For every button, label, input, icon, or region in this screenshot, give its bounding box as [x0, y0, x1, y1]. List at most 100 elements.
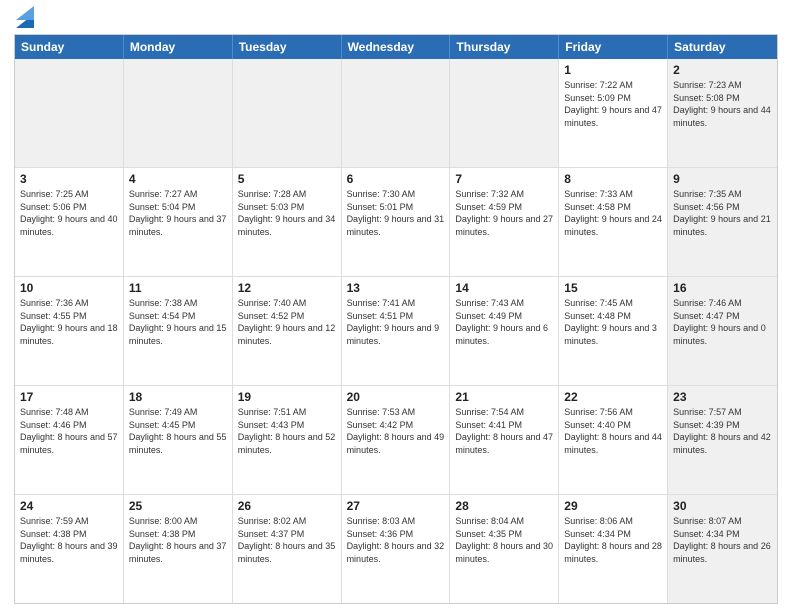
calendar-cell-25: 25Sunrise: 8:00 AM Sunset: 4:38 PM Dayli… — [124, 495, 233, 603]
calendar-cell-21: 21Sunrise: 7:54 AM Sunset: 4:41 PM Dayli… — [450, 386, 559, 494]
calendar-cell-20: 20Sunrise: 7:53 AM Sunset: 4:42 PM Dayli… — [342, 386, 451, 494]
calendar-cell-10: 10Sunrise: 7:36 AM Sunset: 4:55 PM Dayli… — [15, 277, 124, 385]
calendar-cell-29: 29Sunrise: 8:06 AM Sunset: 4:34 PM Dayli… — [559, 495, 668, 603]
day-number: 26 — [238, 498, 336, 514]
cell-info: Sunrise: 7:59 AM Sunset: 4:38 PM Dayligh… — [20, 515, 118, 565]
day-number: 7 — [455, 171, 553, 187]
calendar-row-4: 24Sunrise: 7:59 AM Sunset: 4:38 PM Dayli… — [15, 495, 777, 603]
calendar-cell-9: 9Sunrise: 7:35 AM Sunset: 4:56 PM Daylig… — [668, 168, 777, 276]
day-number: 2 — [673, 62, 772, 78]
cell-info: Sunrise: 7:23 AM Sunset: 5:08 PM Dayligh… — [673, 79, 772, 129]
cell-info: Sunrise: 7:45 AM Sunset: 4:48 PM Dayligh… — [564, 297, 662, 347]
calendar: SundayMondayTuesdayWednesdayThursdayFrid… — [14, 34, 778, 604]
day-number: 24 — [20, 498, 118, 514]
cell-info: Sunrise: 7:54 AM Sunset: 4:41 PM Dayligh… — [455, 406, 553, 456]
calendar-cell-6: 6Sunrise: 7:30 AM Sunset: 5:01 PM Daylig… — [342, 168, 451, 276]
cell-info: Sunrise: 7:27 AM Sunset: 5:04 PM Dayligh… — [129, 188, 227, 238]
calendar-cell-11: 11Sunrise: 7:38 AM Sunset: 4:54 PM Dayli… — [124, 277, 233, 385]
day-number: 25 — [129, 498, 227, 514]
cell-info: Sunrise: 8:00 AM Sunset: 4:38 PM Dayligh… — [129, 515, 227, 565]
calendar-cell-30: 30Sunrise: 8:07 AM Sunset: 4:34 PM Dayli… — [668, 495, 777, 603]
calendar-cell-7: 7Sunrise: 7:32 AM Sunset: 4:59 PM Daylig… — [450, 168, 559, 276]
cell-info: Sunrise: 7:38 AM Sunset: 4:54 PM Dayligh… — [129, 297, 227, 347]
calendar-body: 1Sunrise: 7:22 AM Sunset: 5:09 PM Daylig… — [15, 59, 777, 603]
calendar-row-0: 1Sunrise: 7:22 AM Sunset: 5:09 PM Daylig… — [15, 59, 777, 168]
cell-info: Sunrise: 7:43 AM Sunset: 4:49 PM Dayligh… — [455, 297, 553, 347]
cell-info: Sunrise: 7:33 AM Sunset: 4:58 PM Dayligh… — [564, 188, 662, 238]
day-number: 5 — [238, 171, 336, 187]
calendar-cell-8: 8Sunrise: 7:33 AM Sunset: 4:58 PM Daylig… — [559, 168, 668, 276]
calendar-cell-14: 14Sunrise: 7:43 AM Sunset: 4:49 PM Dayli… — [450, 277, 559, 385]
cell-info: Sunrise: 7:48 AM Sunset: 4:46 PM Dayligh… — [20, 406, 118, 456]
calendar-cell-empty-0-0 — [15, 59, 124, 167]
day-number: 6 — [347, 171, 445, 187]
day-number: 13 — [347, 280, 445, 296]
calendar-cell-15: 15Sunrise: 7:45 AM Sunset: 4:48 PM Dayli… — [559, 277, 668, 385]
day-number: 20 — [347, 389, 445, 405]
cell-info: Sunrise: 7:30 AM Sunset: 5:01 PM Dayligh… — [347, 188, 445, 238]
page: SundayMondayTuesdayWednesdayThursdayFrid… — [0, 0, 792, 612]
calendar-cell-empty-0-1 — [124, 59, 233, 167]
day-number: 4 — [129, 171, 227, 187]
calendar-cell-empty-0-2 — [233, 59, 342, 167]
cell-info: Sunrise: 7:46 AM Sunset: 4:47 PM Dayligh… — [673, 297, 772, 347]
day-number: 10 — [20, 280, 118, 296]
calendar-row-1: 3Sunrise: 7:25 AM Sunset: 5:06 PM Daylig… — [15, 168, 777, 277]
weekday-header-tuesday: Tuesday — [233, 35, 342, 59]
weekday-header-wednesday: Wednesday — [342, 35, 451, 59]
day-number: 9 — [673, 171, 772, 187]
calendar-row-2: 10Sunrise: 7:36 AM Sunset: 4:55 PM Dayli… — [15, 277, 777, 386]
calendar-cell-26: 26Sunrise: 8:02 AM Sunset: 4:37 PM Dayli… — [233, 495, 342, 603]
calendar-cell-4: 4Sunrise: 7:27 AM Sunset: 5:04 PM Daylig… — [124, 168, 233, 276]
logo-icon — [16, 6, 34, 28]
calendar-row-3: 17Sunrise: 7:48 AM Sunset: 4:46 PM Dayli… — [15, 386, 777, 495]
calendar-cell-27: 27Sunrise: 8:03 AM Sunset: 4:36 PM Dayli… — [342, 495, 451, 603]
cell-info: Sunrise: 7:36 AM Sunset: 4:55 PM Dayligh… — [20, 297, 118, 347]
calendar-cell-28: 28Sunrise: 8:04 AM Sunset: 4:35 PM Dayli… — [450, 495, 559, 603]
calendar-cell-12: 12Sunrise: 7:40 AM Sunset: 4:52 PM Dayli… — [233, 277, 342, 385]
calendar-cell-2: 2Sunrise: 7:23 AM Sunset: 5:08 PM Daylig… — [668, 59, 777, 167]
calendar-cell-5: 5Sunrise: 7:28 AM Sunset: 5:03 PM Daylig… — [233, 168, 342, 276]
day-number: 11 — [129, 280, 227, 296]
day-number: 18 — [129, 389, 227, 405]
day-number: 22 — [564, 389, 662, 405]
calendar-cell-17: 17Sunrise: 7:48 AM Sunset: 4:46 PM Dayli… — [15, 386, 124, 494]
cell-info: Sunrise: 7:49 AM Sunset: 4:45 PM Dayligh… — [129, 406, 227, 456]
calendar-cell-22: 22Sunrise: 7:56 AM Sunset: 4:40 PM Dayli… — [559, 386, 668, 494]
calendar-cell-23: 23Sunrise: 7:57 AM Sunset: 4:39 PM Dayli… — [668, 386, 777, 494]
day-number: 17 — [20, 389, 118, 405]
calendar-cell-3: 3Sunrise: 7:25 AM Sunset: 5:06 PM Daylig… — [15, 168, 124, 276]
calendar-cell-18: 18Sunrise: 7:49 AM Sunset: 4:45 PM Dayli… — [124, 386, 233, 494]
cell-info: Sunrise: 8:04 AM Sunset: 4:35 PM Dayligh… — [455, 515, 553, 565]
day-number: 8 — [564, 171, 662, 187]
day-number: 27 — [347, 498, 445, 514]
weekday-header-thursday: Thursday — [450, 35, 559, 59]
weekday-header-monday: Monday — [124, 35, 233, 59]
cell-info: Sunrise: 8:07 AM Sunset: 4:34 PM Dayligh… — [673, 515, 772, 565]
calendar-cell-1: 1Sunrise: 7:22 AM Sunset: 5:09 PM Daylig… — [559, 59, 668, 167]
day-number: 1 — [564, 62, 662, 78]
calendar-header: SundayMondayTuesdayWednesdayThursdayFrid… — [15, 35, 777, 59]
day-number: 14 — [455, 280, 553, 296]
weekday-header-saturday: Saturday — [668, 35, 777, 59]
calendar-cell-13: 13Sunrise: 7:41 AM Sunset: 4:51 PM Dayli… — [342, 277, 451, 385]
day-number: 29 — [564, 498, 662, 514]
weekday-header-sunday: Sunday — [15, 35, 124, 59]
day-number: 3 — [20, 171, 118, 187]
day-number: 12 — [238, 280, 336, 296]
calendar-cell-24: 24Sunrise: 7:59 AM Sunset: 4:38 PM Dayli… — [15, 495, 124, 603]
cell-info: Sunrise: 8:03 AM Sunset: 4:36 PM Dayligh… — [347, 515, 445, 565]
day-number: 28 — [455, 498, 553, 514]
calendar-cell-16: 16Sunrise: 7:46 AM Sunset: 4:47 PM Dayli… — [668, 277, 777, 385]
logo — [14, 10, 34, 28]
cell-info: Sunrise: 7:32 AM Sunset: 4:59 PM Dayligh… — [455, 188, 553, 238]
cell-info: Sunrise: 7:53 AM Sunset: 4:42 PM Dayligh… — [347, 406, 445, 456]
day-number: 30 — [673, 498, 772, 514]
cell-info: Sunrise: 7:57 AM Sunset: 4:39 PM Dayligh… — [673, 406, 772, 456]
cell-info: Sunrise: 7:56 AM Sunset: 4:40 PM Dayligh… — [564, 406, 662, 456]
day-number: 23 — [673, 389, 772, 405]
cell-info: Sunrise: 7:22 AM Sunset: 5:09 PM Dayligh… — [564, 79, 662, 129]
cell-info: Sunrise: 7:51 AM Sunset: 4:43 PM Dayligh… — [238, 406, 336, 456]
day-number: 19 — [238, 389, 336, 405]
cell-info: Sunrise: 7:40 AM Sunset: 4:52 PM Dayligh… — [238, 297, 336, 347]
